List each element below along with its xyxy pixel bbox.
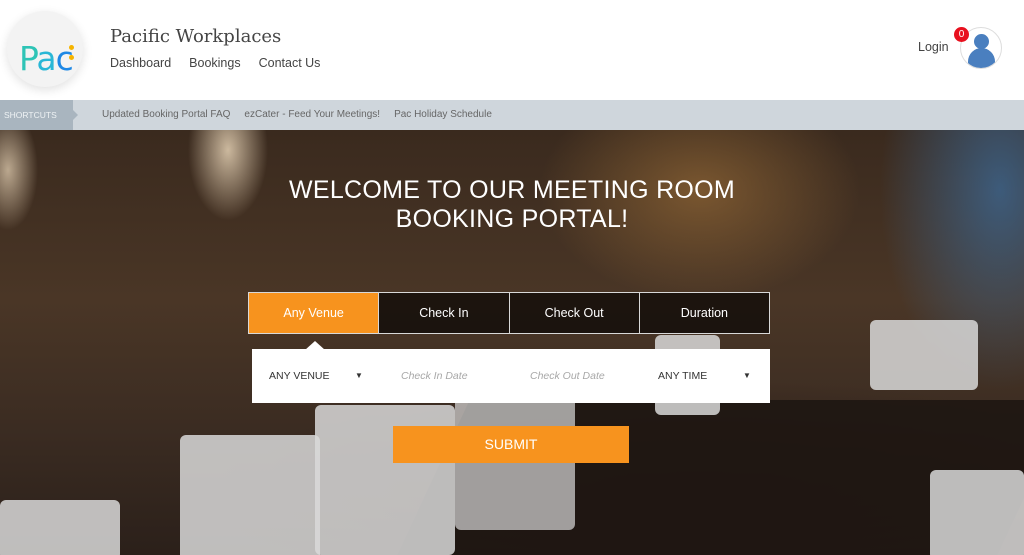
chevron-down-icon[interactable]: ▼ bbox=[355, 349, 363, 403]
login-link[interactable]: Login bbox=[918, 40, 949, 54]
submit-button[interactable]: SUBMIT bbox=[393, 426, 629, 463]
headline-line-1: WELCOME TO OUR MEETING ROOM bbox=[288, 176, 736, 204]
logo-dot-icon bbox=[69, 55, 74, 60]
chevron-down-icon[interactable]: ▼ bbox=[743, 349, 751, 403]
logo-text: Pac bbox=[19, 39, 74, 79]
tab-duration[interactable]: Duration bbox=[638, 293, 769, 333]
nav-dashboard[interactable]: Dashboard bbox=[110, 56, 171, 70]
logo-letter-p: P bbox=[19, 39, 37, 78]
check-out-date-input[interactable]: Check Out Date bbox=[530, 349, 605, 403]
search-form: ANY VENUE ▼ Check In Date Check Out Date… bbox=[252, 349, 770, 403]
shortcuts-links: Updated Booking Portal FAQ ezCater - Fee… bbox=[102, 100, 492, 130]
venue-select[interactable]: ANY VENUE bbox=[269, 349, 330, 403]
avatar-head bbox=[974, 34, 989, 49]
tab-check-in[interactable]: Check In bbox=[378, 293, 508, 333]
notification-badge[interactable]: 0 bbox=[954, 27, 969, 42]
check-in-date-input[interactable]: Check In Date bbox=[401, 349, 468, 403]
background-chair bbox=[870, 320, 978, 390]
nav-bookings[interactable]: Bookings bbox=[189, 56, 240, 70]
shortcuts-label: SHORTCUTS bbox=[0, 100, 78, 130]
logo[interactable]: Pac bbox=[7, 11, 83, 87]
welcome-headline: WELCOME TO OUR MEETING ROOM BOOKING PORT… bbox=[0, 176, 1024, 234]
search-tabs: Any Venue Check In Check Out Duration bbox=[248, 292, 770, 334]
headline-line-2: BOOKING PORTAL! bbox=[395, 205, 629, 233]
tab-any-venue[interactable]: Any Venue bbox=[249, 293, 379, 333]
logo-letter-a: a bbox=[36, 39, 56, 78]
avatar-body bbox=[968, 48, 995, 68]
shortcut-faq[interactable]: Updated Booking Portal FAQ bbox=[102, 100, 230, 130]
main-nav: Dashboard Bookings Contact Us bbox=[110, 56, 320, 70]
time-select[interactable]: ANY TIME bbox=[658, 349, 707, 403]
shortcuts-bar: SHORTCUTS Updated Booking Portal FAQ ezC… bbox=[0, 100, 1024, 130]
nav-contact-us[interactable]: Contact Us bbox=[259, 56, 321, 70]
site-header: Pac Pacific Workplaces Dashboard Booking… bbox=[0, 0, 1024, 100]
shortcut-ezcater[interactable]: ezCater - Feed Your Meetings! bbox=[244, 100, 380, 130]
background-chair bbox=[180, 435, 320, 555]
tab-check-out[interactable]: Check Out bbox=[508, 293, 639, 333]
shortcut-holiday-schedule[interactable]: Pac Holiday Schedule bbox=[394, 100, 492, 130]
background-chair bbox=[0, 500, 120, 555]
brand-title: Pacific Workplaces bbox=[110, 26, 282, 47]
logo-dot-icon bbox=[69, 45, 74, 50]
background-chair bbox=[930, 470, 1024, 555]
